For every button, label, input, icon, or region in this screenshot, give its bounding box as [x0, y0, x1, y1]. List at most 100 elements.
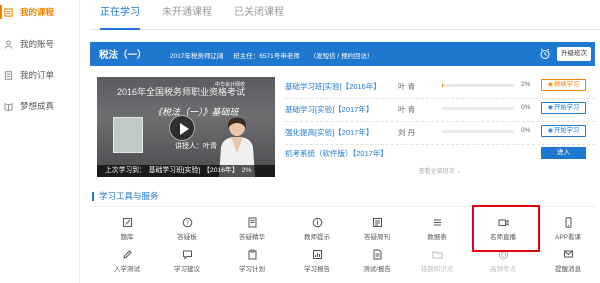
- pencil-icon: [123, 250, 132, 259]
- sidebar-item-my-account[interactable]: 我的账号: [0, 36, 80, 52]
- sidebar-item-label: 我的订单: [20, 70, 55, 80]
- class-name[interactable]: 基础学习班[实验]【2016年】: [285, 81, 381, 92]
- tool-label: 错题知识点: [420, 266, 454, 273]
- start-study-button[interactable]: ◉开始学习: [541, 102, 586, 114]
- tool-item[interactable]: 答疑精华: [227, 217, 277, 247]
- tool-label: 高频考点: [490, 266, 516, 273]
- tab-closed[interactable]: 已关闭课程: [234, 6, 284, 30]
- upgrade-class-button[interactable]: 升级班次: [557, 47, 591, 61]
- video-teacher: 讲授人：叶青: [175, 143, 217, 150]
- tool-label: 答疑精华: [239, 234, 265, 241]
- tool-item[interactable]: 答疑周刊: [352, 217, 402, 247]
- class-name[interactable]: 基础学习[实验]【2017年】: [285, 104, 373, 115]
- tool-label: 学习建议: [174, 266, 200, 273]
- course-term: 2017年税务师辽阔: [170, 53, 224, 60]
- class-name[interactable]: 机考系统（软件版）【2017年】: [285, 148, 388, 159]
- sidebar-item-label: 我的账号: [20, 39, 55, 49]
- tool-label: 答疑周刊: [364, 234, 390, 241]
- head-teacher: 班主任：6571号申老师: [233, 53, 300, 60]
- tool-item[interactable]: 提醒消息: [543, 249, 593, 279]
- document-icon: [373, 249, 382, 260]
- phone-icon: [565, 217, 572, 228]
- play-button[interactable]: [169, 115, 195, 141]
- contact-link[interactable]: （发短信 / 预约回访）: [310, 53, 374, 60]
- tool-label: APP看课: [554, 234, 581, 241]
- progress-fill: [442, 84, 444, 87]
- alarm-icon[interactable]: [539, 48, 551, 60]
- progress-percent: 0%: [521, 127, 531, 134]
- tool-item[interactable]: 学习计划: [227, 249, 277, 279]
- newspaper-icon: [373, 218, 382, 227]
- highlight-box: [472, 205, 540, 252]
- last-study-progress: 2%: [241, 167, 252, 174]
- chat-icon: [183, 250, 192, 260]
- play-circle-icon: ◉: [547, 128, 554, 134]
- tool-item[interactable]: 高频考点: [478, 249, 528, 279]
- last-study-year: 【2016年】: [203, 167, 239, 174]
- last-study-bar[interactable]: 上次学习到： 基础学习班[实验] 【2016年】 2%: [97, 165, 275, 177]
- tool-label: 数据表: [427, 234, 447, 241]
- sidebar: 我的课程 我的账号 我的订单 梦想成真: [0, 0, 80, 283]
- tool-item[interactable]: 题库: [102, 217, 152, 247]
- class-row: 强化提高[实验]【2017年】 刘 丹 0% ◉开始学习: [285, 123, 595, 145]
- order-icon: [4, 70, 13, 80]
- tool-item[interactable]: 数据表: [412, 217, 462, 247]
- chevron-down-icon: ⌄: [456, 169, 462, 175]
- tool-label: 答疑板: [177, 234, 197, 241]
- progress-bar: [442, 84, 514, 87]
- tab-studying[interactable]: 正在学习: [100, 6, 140, 30]
- play-circle-icon: ◉: [547, 105, 554, 111]
- sidebar-item-my-courses[interactable]: 我的课程: [0, 4, 80, 20]
- tool-label: 学习计划: [239, 266, 265, 273]
- question-icon: ?: [182, 217, 193, 228]
- tab-not-activated[interactable]: 未开通课程: [162, 6, 212, 30]
- video-exam-title: 2016年全国税务师职业资格考试: [117, 87, 246, 97]
- book-open-icon: [4, 102, 13, 111]
- bookmark-icon: [248, 217, 257, 228]
- tool-label: 提醒消息: [555, 266, 581, 273]
- user-icon: [4, 40, 13, 49]
- progress-percent: 0%: [521, 104, 531, 111]
- tool-label: 题库: [120, 234, 134, 241]
- tool-item[interactable]: 测试/报告: [352, 249, 402, 279]
- enter-button[interactable]: 进入: [541, 147, 586, 159]
- message-icon: [564, 250, 573, 258]
- info-icon: [312, 217, 323, 228]
- class-row: 基础学习班[实验]【2016年】 叶 青 2% ◉继续学习: [285, 77, 595, 99]
- tool-label: 教师提示: [304, 234, 330, 241]
- tool-label: 入学测试: [114, 266, 140, 273]
- tool-item[interactable]: 教师提示: [292, 217, 342, 247]
- book-cover: [113, 117, 143, 153]
- svg-text:?: ?: [186, 220, 189, 227]
- tool-item[interactable]: 学习建议: [162, 249, 212, 279]
- tool-label: 测试/报告: [363, 266, 391, 273]
- course-title: 税法（一）: [99, 50, 147, 61]
- tool-item[interactable]: 错题知识点: [412, 249, 462, 279]
- sidebar-item-my-orders[interactable]: 我的订单: [0, 67, 80, 83]
- video-player[interactable]: 中华会计网校 2016年全国税务师职业资格考试 《税法（一）》基础班 讲授人：叶…: [97, 77, 275, 177]
- view-all-classes-link[interactable]: 查看全部班次 ⌄: [285, 166, 595, 175]
- class-row: 基础学习[实验]【2017年】 叶 青 0% ◉开始学习: [285, 100, 595, 122]
- tool-item[interactable]: 学习报告: [292, 249, 342, 279]
- list-icon: [434, 219, 441, 226]
- play-circle-icon: ◉: [547, 82, 554, 88]
- sidebar-item-label: 梦想成真: [20, 101, 55, 111]
- sidebar-item-label: 我的课程: [20, 7, 55, 17]
- button-label: 开始学习: [554, 104, 580, 111]
- tool-item[interactable]: APP看课: [543, 217, 593, 247]
- tool-item[interactable]: 入学测试: [102, 249, 152, 279]
- class-teacher: 叶 青: [398, 82, 416, 91]
- button-label: 开始学习: [554, 127, 580, 134]
- start-study-button[interactable]: ◉开始学习: [541, 125, 586, 137]
- class-teacher: 叶 青: [398, 105, 416, 114]
- tool-item[interactable]: ? 答疑板: [162, 217, 212, 247]
- sidebar-item-dream[interactable]: 梦想成真: [0, 98, 80, 114]
- book-icon: [4, 7, 13, 17]
- class-name[interactable]: 强化提高[实验]【2017年】: [285, 127, 373, 138]
- last-study-class: 基础学习班[实验]: [148, 167, 201, 174]
- progress-bar: [442, 107, 514, 110]
- continue-study-button[interactable]: ◉继续学习: [541, 79, 586, 91]
- course-tabs: 正在学习 未开通课程 已关闭课程: [90, 0, 600, 30]
- progress-bar: [442, 130, 514, 133]
- chart-icon: [313, 250, 322, 259]
